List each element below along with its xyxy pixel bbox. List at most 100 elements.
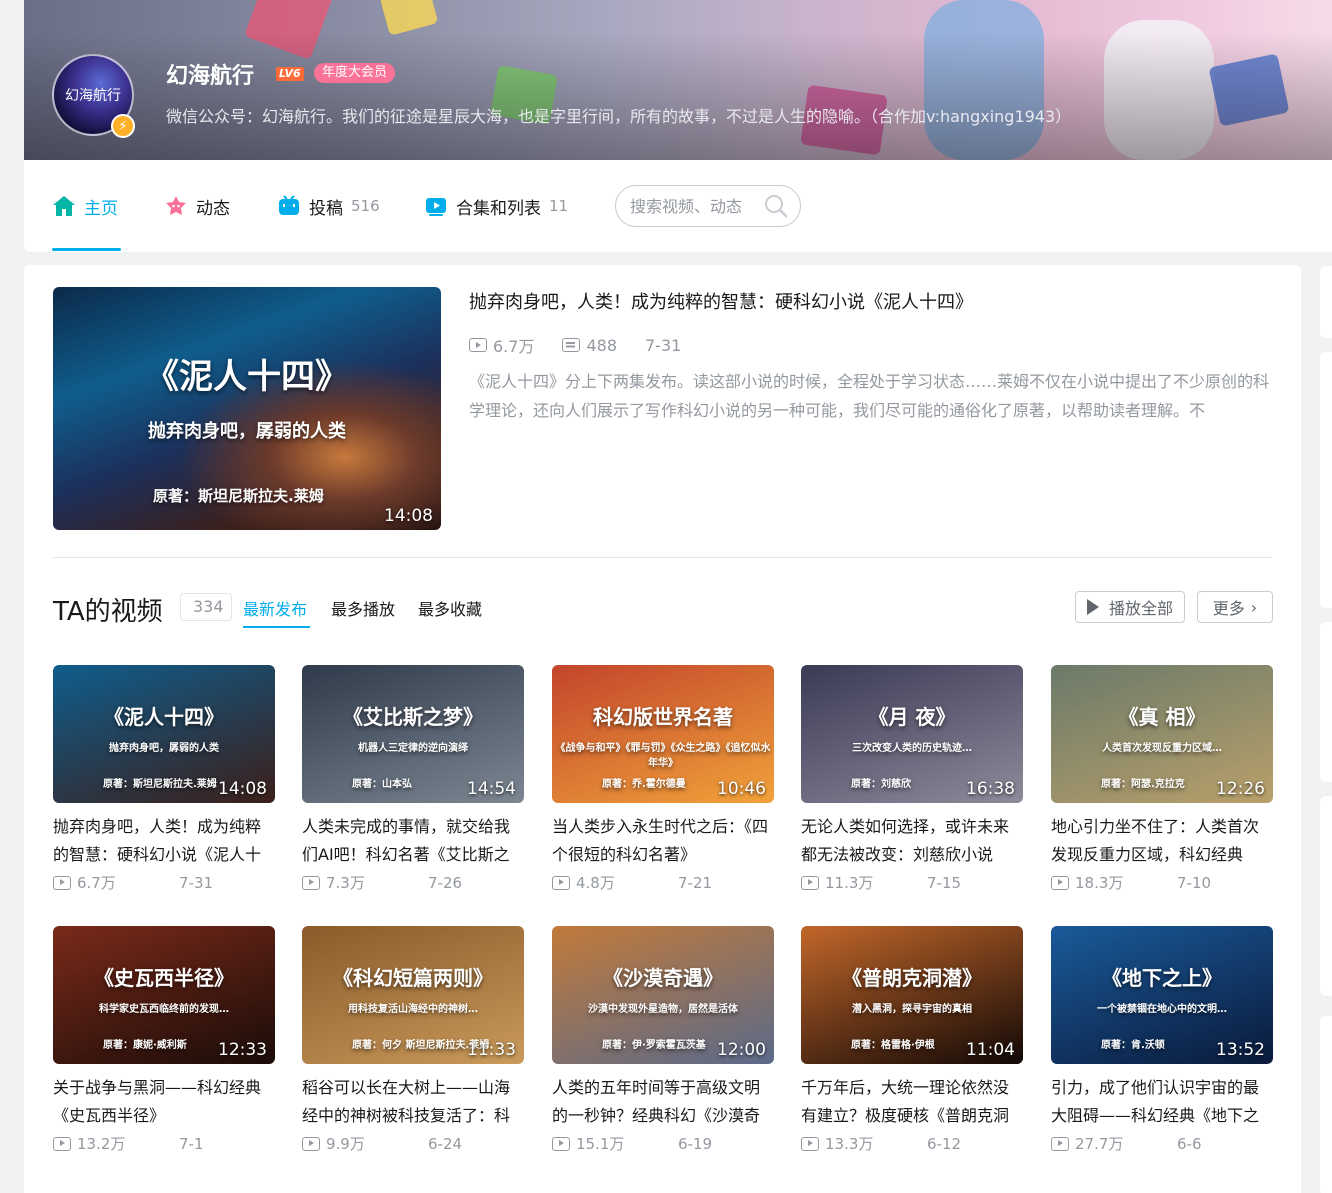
thumb-subtitle: 抛弃肉身吧，孱弱的人类: [109, 743, 219, 754]
video-duration: 14:08: [384, 506, 433, 526]
video-meta: 13.3万 6-12: [801, 1133, 1023, 1154]
video-title[interactable]: 引力，成了他们认识宇宙的最大阻碍——科幻经典《地下之上》: [1051, 1074, 1273, 1130]
video-thumbnail[interactable]: 《真 相》 人类首次发现反重力区域… 原著：阿瑟.克拉克 12:26: [1051, 665, 1273, 803]
video-thumbnail[interactable]: 《泥人十四》 抛弃肉身吧，孱弱的人类 原著：斯坦尼斯拉夫.莱姆 14:08: [53, 665, 275, 803]
danmaku-icon: [562, 338, 581, 352]
play-count-icon: [53, 1136, 71, 1151]
video-thumbnail[interactable]: 《地下之上》 一个被禁锢在地心中的文明… 原著：肯.沃顿 13:52: [1051, 926, 1273, 1064]
tv-icon: [277, 194, 301, 218]
view-count: 27.7万: [1075, 1135, 1124, 1153]
username[interactable]: 幻海航行: [166, 58, 254, 90]
tab-most-favorited[interactable]: 最多收藏: [418, 596, 482, 620]
video-thumbnail[interactable]: 《艾比斯之梦》 机器人三定律的逆向演绎 原著：山本弘 14:54: [302, 665, 524, 803]
video-meta: 6.7万 7-31: [53, 872, 275, 893]
play-all-button[interactable]: 播放全部: [1075, 591, 1185, 623]
video-meta: 9.9万 6-24: [302, 1133, 524, 1154]
video-thumbnail[interactable]: 《月 夜》 三次改变人类的历史轨迹… 原著：刘慈欣 16:38: [801, 665, 1023, 803]
video-duration: 14:08: [218, 779, 267, 799]
tab-uploads[interactable]: 投稿 516: [277, 192, 380, 220]
featured-video-title[interactable]: 抛弃肉身吧，人类！成为纯粹的智慧：硬科幻小说《泥人十四》: [469, 288, 973, 314]
video-thumbnail[interactable]: 科幻版世界名著 《战争与和平》《罪与罚》《众生之路》《追忆似水年华》 原著：乔.霍尔…: [552, 665, 774, 803]
divider: [53, 557, 1272, 558]
video-title[interactable]: 无论人类如何选择，或许未来都无法被改变：刘慈欣小说《月夜》: [801, 813, 1023, 869]
video-title[interactable]: 人类的五年时间等于高级文明的一秒钟？经典科幻《沙漠奇遇》: [552, 1074, 774, 1130]
search-icon[interactable]: [764, 194, 788, 218]
view-count: 9.9万: [326, 1135, 365, 1153]
publish-date: 6-19: [678, 1134, 713, 1153]
video-card[interactable]: 《普朗克洞潜》 潜入黑洞，探寻宇宙的真相 原著：格雷格·伊根 11:04 千万年后，大统…: [801, 926, 1023, 1154]
video-title[interactable]: 地心引力坐不住了：人类首次发现反重力区域，科幻经典《真相》: [1051, 813, 1273, 869]
thumb-subtitle: 潜入黑洞，探寻宇宙的真相: [852, 1004, 972, 1015]
section-title: TA的视频: [53, 597, 163, 627]
video-title[interactable]: 关于战争与黑洞——科幻经典《史瓦西半径》: [53, 1074, 275, 1130]
tab-dynamic[interactable]: 动态: [164, 192, 230, 220]
tab-collections-label: 合集和列表: [456, 198, 541, 219]
verified-badge-icon: ⚡: [111, 114, 135, 138]
video-card[interactable]: 《艾比斯之梦》 机器人三定律的逆向演绎 原著：山本弘 14:54 人类未完成的事情，就交…: [302, 665, 524, 893]
view-count: 4.8万: [576, 874, 615, 892]
publish-date: 7-31: [645, 335, 682, 355]
tab-most-played[interactable]: 最多播放: [331, 596, 395, 620]
side-card: [1320, 622, 1332, 782]
tab-collections[interactable]: 合集和列表 11: [424, 192, 568, 220]
featured-video-thumbnail[interactable]: 《泥人十四》 抛弃肉身吧，孱弱的人类 原著：斯坦尼斯拉夫.莱姆 14:08: [53, 287, 441, 530]
play-count-icon: [302, 1136, 320, 1151]
video-card[interactable]: 《月 夜》 三次改变人类的历史轨迹… 原著：刘慈欣 16:38 无论人类如何选择，或许未…: [801, 665, 1023, 893]
play-count-icon: [552, 1136, 570, 1151]
featured-video-description: 《泥人十四》分上下两集发布。读这部小说的时候，全程处于学习状态……莱姆不仅在小说…: [469, 372, 1269, 420]
video-thumbnail[interactable]: 《史瓦西半径》 科学家史瓦西临终前的发现… 原著：康妮·威利斯 12:33: [53, 926, 275, 1064]
tab-collections-count: 11: [549, 197, 569, 215]
video-duration: 11:33: [467, 1040, 516, 1060]
tab-dynamic-label: 动态: [196, 198, 230, 219]
video-meta: 11.3万 7-15: [801, 872, 1023, 893]
video-thumbnail[interactable]: 《普朗克洞潜》 潜入黑洞，探寻宇宙的真相 原著：格雷格·伊根 11:04: [801, 926, 1023, 1064]
thumb-title: 科幻版世界名著: [593, 705, 733, 729]
view-count: 11.3万: [825, 874, 874, 892]
video-title[interactable]: 千万年后，大统一理论依然没有建立？极度硬核《普朗克洞潜》: [801, 1074, 1023, 1130]
video-title[interactable]: 人类未完成的事情，就交给我们AI吧！科幻名著《艾比斯之梦》: [302, 813, 524, 869]
featured-thumb-subtitle: 抛弃肉身吧，孱弱的人类: [148, 421, 346, 442]
video-title[interactable]: 抛弃肉身吧，人类！成为纯粹的智慧：硬科幻小说《泥人十四》: [53, 813, 275, 869]
video-card[interactable]: 《真 相》 人类首次发现反重力区域… 原著：阿瑟.克拉克 12:26 地心引力坐不住了：…: [1051, 665, 1273, 893]
video-card[interactable]: 科幻版世界名著 《战争与和平》《罪与罚》《众生之路》《追忆似水年华》 原著：乔.霍尔…: [552, 665, 774, 893]
tab-home[interactable]: 主页: [52, 192, 118, 220]
video-title[interactable]: 当人类步入永生时代之后：《四个很短的科幻名著》: [552, 813, 774, 869]
video-meta: 13.2万 7-1: [53, 1133, 275, 1154]
active-tab-indicator: [52, 248, 121, 251]
video-duration: 16:38: [966, 779, 1015, 799]
tab-latest[interactable]: 最新发布: [243, 596, 307, 620]
video-title[interactable]: 稻谷可以长在大树上——山海经中的神树被科技复活了：科幻短篇两则: [302, 1074, 524, 1130]
video-card[interactable]: 《科幻短篇两则》 用科技复活山海经中的神树… 原著：何夕 斯坦尼斯拉夫.莱姆 11:3…: [302, 926, 524, 1154]
thumb-title: 《真 相》: [1118, 705, 1206, 729]
video-card[interactable]: 《沙漠奇遇》 沙漠中发现外星造物，居然是活体 原著：伊·罗索霍瓦茨基 12:00 人类的…: [552, 926, 774, 1154]
thumb-title: 《艾比斯之梦》: [343, 705, 483, 729]
search-box[interactable]: [615, 185, 801, 227]
thumb-title: 《史瓦西半径》: [94, 966, 234, 990]
video-thumbnail[interactable]: 《科幻短篇两则》 用科技复活山海经中的神树… 原著：何夕 斯坦尼斯拉夫.莱姆 11:3…: [302, 926, 524, 1064]
more-button[interactable]: 更多 ›: [1197, 591, 1273, 623]
tab-uploads-label: 投稿: [309, 198, 343, 219]
video-thumbnail[interactable]: 《沙漠奇遇》 沙漠中发现外星造物，居然是活体 原著：伊·罗索霍瓦茨基 12:00: [552, 926, 774, 1064]
side-card: [1320, 266, 1332, 338]
view-count: 7.3万: [326, 874, 365, 892]
active-tab-indicator: [243, 626, 310, 628]
video-duration: 11:04: [966, 1040, 1015, 1060]
video-card[interactable]: 《地下之上》 一个被禁锢在地心中的文明… 原著：肯.沃顿 13:52 引力，成了他们认识…: [1051, 926, 1273, 1154]
thumb-title: 《沙漠奇遇》: [603, 966, 723, 990]
video-meta: 18.3万 7-10: [1051, 872, 1273, 893]
thumb-subtitle: 科学家史瓦西临终前的发现…: [99, 1004, 229, 1015]
thumb-title: 《科幻短篇两则》: [333, 966, 493, 990]
search-input[interactable]: [630, 196, 760, 216]
publish-date: 7-10: [1177, 873, 1212, 892]
play-count-icon: [53, 875, 71, 890]
thumb-title: 《月 夜》: [868, 705, 956, 729]
play-count-icon: [469, 338, 487, 352]
video-card[interactable]: 《泥人十四》 抛弃肉身吧，孱弱的人类 原著：斯坦尼斯拉夫.莱姆 14:08 抛弃肉身吧，…: [53, 665, 275, 893]
view-count: 13.2万: [77, 1135, 126, 1153]
video-duration: 10:46: [717, 779, 766, 799]
thumb-subtitle: 机器人三定律的逆向演绎: [358, 743, 468, 754]
video-card[interactable]: 《史瓦西半径》 科学家史瓦西临终前的发现… 原著：康妮·威利斯 12:33 关于战争与黑…: [53, 926, 275, 1154]
play-count-icon: [801, 1136, 819, 1151]
view-count: 13.3万: [825, 1135, 874, 1153]
vip-badge[interactable]: 年度大会员: [314, 63, 396, 83]
